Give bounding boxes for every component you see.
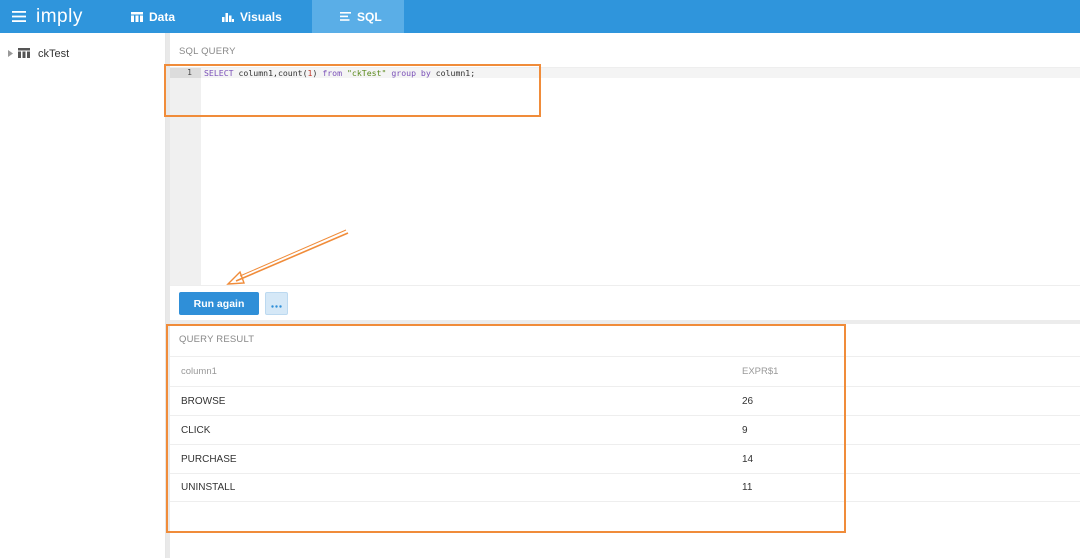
table-cell: 11 [742, 482, 753, 493]
table-cell: 14 [742, 453, 754, 465]
more-options-button[interactable] [265, 292, 288, 315]
kw-select: SELECT [204, 68, 234, 78]
kw-group-by: group by [391, 68, 431, 78]
code-string: "ckTest" [346, 68, 387, 78]
table-icon [131, 11, 143, 22]
line-number: 1 [187, 68, 192, 77]
sql-code-line[interactable]: SELECT column1,count(1) from "ckTest" gr… [204, 68, 475, 78]
sidebar-item-cktest[interactable]: ckTest [8, 46, 165, 62]
table-header-row: column1 EXPR$1 [170, 356, 1080, 386]
top-nav-bar: imply Data Visuals SQL [0, 0, 1080, 33]
query-result-label: QUERY RESULT [179, 334, 255, 345]
sql-editor[interactable]: 1 SELECT column1,count(1) from "ckTest" … [170, 67, 1080, 286]
table-cell: 26 [742, 395, 754, 407]
query-result-panel: QUERY RESULT column1 EXPR$1 BROWSE 26 CL… [170, 324, 1080, 558]
tab-visuals[interactable]: Visuals [206, 0, 312, 33]
table-cell: 9 [742, 424, 748, 436]
column-header[interactable]: column1 [181, 366, 217, 377]
code-segment: column1; [430, 68, 476, 78]
ellipsis-icon [271, 295, 282, 313]
table-row: UNINSTALL 11 [170, 473, 1080, 502]
table-row: CLICK 9 [170, 415, 1080, 444]
imply-logo[interactable]: imply [36, 0, 114, 33]
table-row: BROWSE 26 [170, 386, 1080, 415]
table-cell: BROWSE [181, 395, 226, 407]
tab-sql[interactable]: SQL [312, 0, 404, 33]
table-cell: CLICK [181, 424, 211, 436]
table-icon [18, 47, 30, 61]
tab-data-label: Data [149, 9, 176, 24]
bar-chart-icon [222, 12, 234, 22]
caret-right-icon[interactable] [8, 48, 13, 60]
sql-query-panel: SQL QUERY 1 SELECT column1,count(1) from… [170, 33, 1080, 320]
kw-from: from [322, 68, 343, 78]
tab-data[interactable]: Data [114, 0, 206, 33]
result-table: column1 EXPR$1 BROWSE 26 CLICK 9 PURCHAS… [170, 356, 1080, 502]
sidebar: ckTest [0, 33, 166, 558]
sidebar-item-label: ckTest [38, 48, 70, 60]
run-again-button[interactable]: Run again [179, 292, 259, 315]
hamburger-menu-icon[interactable] [4, 0, 34, 33]
editor-gutter [170, 68, 201, 286]
tab-visuals-label: Visuals [240, 9, 282, 24]
query-toolbar: Run again [170, 285, 1080, 320]
column-header[interactable]: EXPR$1 [742, 366, 778, 377]
code-segment: ) [312, 68, 323, 78]
sql-lines-icon [340, 12, 351, 21]
tab-sql-label: SQL [357, 9, 382, 24]
code-segment: column1,count( [233, 68, 308, 78]
table-row: PURCHASE 14 [170, 444, 1080, 473]
sql-query-label: SQL QUERY [179, 46, 236, 57]
table-cell: PURCHASE [181, 453, 237, 465]
table-cell: UNINSTALL [181, 482, 236, 493]
